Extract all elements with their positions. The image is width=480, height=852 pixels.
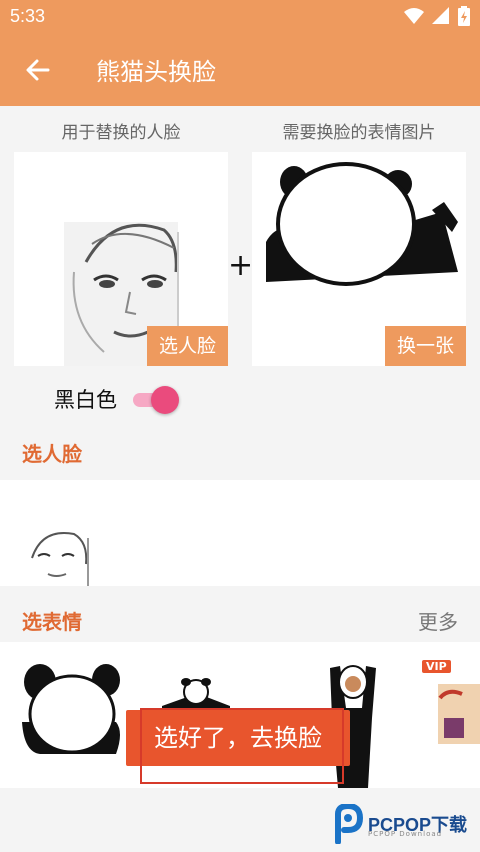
vip-badge: VIP	[422, 660, 451, 673]
back-arrow-icon[interactable]	[20, 52, 56, 88]
change-sticker-button[interactable]: 换一张	[384, 326, 466, 366]
face-list	[0, 480, 480, 586]
battery-icon	[458, 6, 470, 26]
face-preview-card: 选人脸	[14, 152, 228, 366]
pcpop-logo-icon	[335, 804, 364, 844]
sticker-preview-card: 换一张	[252, 152, 466, 366]
confirm-swap-button[interactable]: 选好了，去换脸	[126, 710, 350, 766]
panda-sticker-1[interactable]	[20, 662, 124, 758]
status-bar: 5:33	[0, 0, 480, 34]
status-icons	[404, 6, 470, 26]
preview-captions: 用于替换的人脸 需要换脸的表情图片	[0, 118, 480, 144]
pcpop-watermark: PCPOP下载 PCPOP Download	[332, 804, 467, 844]
vip-sticker[interactable]: VIP	[418, 658, 480, 758]
signal-icon	[432, 7, 449, 24]
stickers-section-title: 选表情	[22, 610, 82, 634]
face-thumbnail[interactable]	[22, 518, 94, 586]
watermark-sub: PCPOP Download	[368, 830, 443, 838]
switch-thumb	[151, 386, 179, 414]
face-caption: 用于替换的人脸	[61, 123, 181, 143]
choose-face-button[interactable]: 选人脸	[146, 326, 228, 366]
page-title: 熊猫头换脸	[96, 58, 216, 86]
more-stickers-link[interactable]: 更多	[418, 606, 458, 635]
vip-sticker-image	[438, 684, 480, 744]
wifi-icon	[404, 8, 424, 24]
status-time: 5:33	[10, 6, 46, 26]
app-bar: 熊猫头换脸	[0, 34, 480, 106]
bw-toggle-label: 黑白色	[54, 388, 117, 412]
sticker-caption: 需要换脸的表情图片	[282, 123, 436, 143]
plus-icon: +	[228, 248, 254, 283]
faces-section-title: 选人脸	[22, 442, 82, 466]
bw-toggle-row: 黑白色	[54, 382, 179, 416]
bw-toggle-switch[interactable]	[131, 386, 179, 414]
